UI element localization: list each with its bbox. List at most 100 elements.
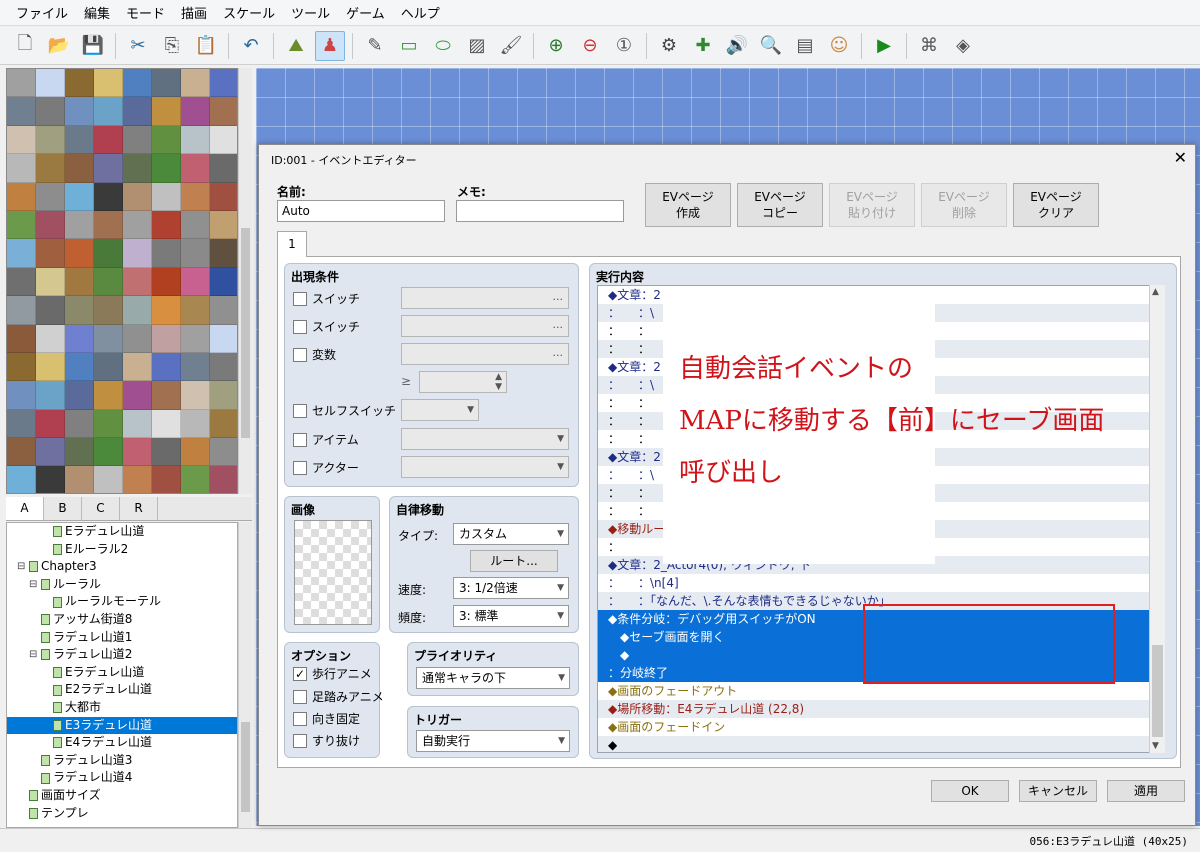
script-icon[interactable]: ⌘ — [914, 31, 944, 61]
tile-swatch[interactable] — [7, 69, 36, 98]
tile-swatch[interactable] — [94, 69, 123, 98]
zoom-out-icon[interactable]: ⊖ — [575, 31, 605, 61]
memo-field[interactable] — [456, 200, 624, 222]
self-switch-select[interactable]: ▼ — [401, 399, 479, 421]
direction-fix-checkbox[interactable]: 向き固定 — [293, 710, 360, 727]
tile-swatch[interactable] — [181, 409, 210, 439]
ok-button[interactable]: OK — [931, 780, 1009, 802]
map-tree-item[interactable]: ラデュレ山道3 — [7, 752, 237, 770]
map-tree-item[interactable]: 大都市 — [7, 699, 237, 717]
palette-scrollbar[interactable] — [238, 68, 252, 494]
fill-icon[interactable]: ▨ — [462, 31, 492, 61]
tile-swatch[interactable] — [210, 239, 237, 268]
tile-swatch[interactable] — [210, 409, 237, 439]
command-line[interactable]: ◆画面のフェードイン — [598, 718, 1150, 736]
tile-swatch[interactable] — [210, 125, 237, 155]
cancel-button[interactable]: キャンセル — [1019, 780, 1097, 802]
frequency-select[interactable]: 3: 標準 ▼ — [453, 605, 569, 627]
tile-swatch[interactable] — [36, 239, 65, 268]
material-icon[interactable]: ◈ — [948, 31, 978, 61]
tile-swatch[interactable] — [123, 324, 152, 353]
tile-swatch[interactable] — [94, 352, 123, 382]
map-tree-item[interactable]: E4ラデュレ山道 — [7, 734, 237, 752]
tile-swatch[interactable] — [210, 466, 237, 493]
tile-tab-b[interactable]: B — [44, 497, 82, 520]
variable-checkbox[interactable]: 変数 — [293, 346, 336, 363]
tile-swatch[interactable] — [94, 381, 123, 410]
tile-swatch[interactable] — [210, 267, 237, 297]
command-line[interactable]: ◆場所移動：E4ラデュレ山道 (22,8) — [598, 700, 1150, 718]
tile-swatch[interactable] — [7, 466, 36, 493]
tile-swatch[interactable] — [152, 324, 181, 353]
tile-swatch[interactable] — [123, 352, 152, 382]
event-layer-icon[interactable]: ♟ — [315, 30, 345, 61]
ev-page-button[interactable]: EVページ クリア — [1013, 183, 1099, 227]
tile-swatch[interactable] — [210, 182, 237, 211]
tile-tab-c[interactable]: C — [82, 497, 120, 520]
scroll-thumb[interactable] — [1152, 645, 1163, 737]
tile-swatch[interactable] — [7, 97, 36, 126]
tile-swatch[interactable] — [210, 210, 237, 240]
tile-swatch[interactable] — [7, 210, 36, 240]
switch1-select[interactable]: ... — [401, 287, 569, 309]
tile-swatch[interactable] — [210, 97, 237, 126]
tile-swatch[interactable] — [7, 409, 36, 439]
pencil-icon[interactable]: ✎ — [360, 31, 390, 61]
save-icon[interactable]: 💾 — [78, 31, 108, 61]
map-tree-item[interactable]: E3ラデュレ山道 — [7, 716, 237, 735]
tile-swatch[interactable] — [65, 210, 94, 240]
expander-icon[interactable]: ⊟ — [29, 646, 39, 664]
ev-page-button[interactable]: EVページ 貼り付け — [829, 183, 915, 227]
tile-swatch[interactable] — [94, 239, 123, 268]
walking-anim-checkbox[interactable]: ✓ 歩行アニメ — [293, 665, 372, 682]
map-layer-icon[interactable]: ⛰ — [281, 31, 311, 61]
database-icon[interactable]: ▤ — [790, 31, 820, 61]
open-folder-icon[interactable]: 📂 — [44, 31, 74, 61]
tile-swatch[interactable] — [36, 97, 65, 126]
play-icon[interactable]: ▶ — [869, 31, 899, 61]
close-icon[interactable]: ✕ — [1174, 148, 1187, 167]
tile-swatch[interactable] — [65, 324, 94, 353]
tile-swatch[interactable] — [152, 381, 181, 410]
name-field[interactable]: Auto — [277, 200, 445, 222]
item-checkbox[interactable]: アイテム — [293, 431, 359, 448]
map-tree-item[interactable]: ラデュレ山道1 — [7, 629, 237, 647]
tile-swatch[interactable] — [7, 296, 36, 325]
event-image-preview[interactable] — [294, 520, 372, 625]
copy-icon[interactable]: ⎘ — [157, 31, 187, 61]
tile-swatch[interactable] — [123, 409, 152, 439]
tile-swatch[interactable] — [36, 324, 65, 353]
map-tree-item[interactable]: テンプレ — [7, 805, 237, 823]
zoom-in-icon[interactable]: ⊕ — [541, 31, 571, 61]
tile-swatch[interactable] — [36, 409, 65, 439]
tile-swatch[interactable] — [36, 267, 65, 297]
tile-swatch[interactable] — [36, 438, 65, 467]
switch1-checkbox[interactable]: スイッチ — [293, 290, 360, 307]
tile-swatch[interactable] — [181, 296, 210, 325]
tile-swatch[interactable] — [94, 182, 123, 211]
tile-swatch[interactable] — [181, 324, 210, 353]
tile-swatch[interactable] — [36, 125, 65, 155]
tile-swatch[interactable] — [65, 466, 94, 493]
tile-swatch[interactable] — [152, 296, 181, 325]
ev-page-button[interactable]: EVページ 作成 — [645, 183, 731, 227]
tile-swatch[interactable] — [65, 352, 94, 382]
tile-swatch[interactable] — [123, 466, 152, 493]
brush-icon[interactable]: 🖌 — [496, 31, 526, 61]
tile-swatch[interactable] — [152, 267, 181, 297]
tile-tab-a[interactable]: A — [6, 497, 44, 520]
tile-swatch[interactable] — [65, 154, 94, 183]
route-button[interactable]: ルート... — [470, 550, 558, 572]
puzzle-icon[interactable]: ✚ — [688, 31, 718, 61]
tile-swatch[interactable] — [36, 69, 65, 98]
tile-swatch[interactable] — [7, 352, 36, 382]
tile-swatch[interactable] — [65, 125, 94, 155]
tile-swatch[interactable] — [210, 324, 237, 353]
map-tree-item[interactable]: ラデュレ山道4 — [7, 769, 237, 787]
tile-swatch[interactable] — [181, 210, 210, 240]
switch2-select[interactable]: ... — [401, 315, 569, 337]
tile-swatch[interactable] — [94, 466, 123, 493]
zoom-1to1-icon[interactable]: ① — [609, 31, 639, 61]
menu-item[interactable]: ツール — [283, 3, 338, 22]
character-icon[interactable]: ☺ — [824, 31, 854, 61]
